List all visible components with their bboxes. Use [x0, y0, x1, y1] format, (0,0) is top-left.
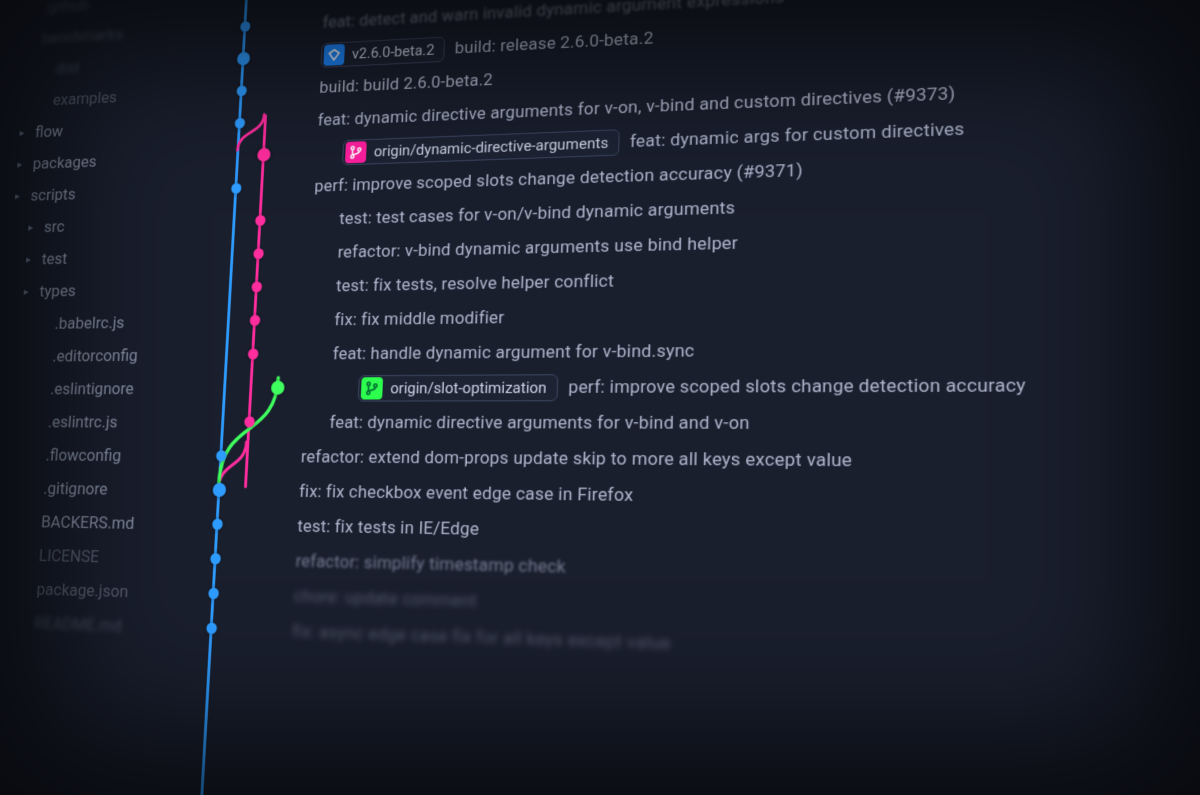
- commit-message: refactor: extend dom-props update skip t…: [300, 449, 852, 470]
- commit-message: build: build 2.6.0-beta.2: [319, 72, 493, 97]
- commit-message: chore: update comment: [294, 588, 478, 611]
- caret-icon: [29, 8, 38, 9]
- tree-item-label: benchmarks: [41, 19, 124, 55]
- commit-row[interactable]: feat: dynamic directive arguments for v-…: [302, 404, 1200, 444]
- tree-item-label: src: [43, 211, 66, 244]
- commit-row[interactable]: origin/slot-optimization perf: improve sc…: [304, 364, 1200, 405]
- commit-message: refactor: v-bind dynamic arguments use b…: [337, 235, 738, 261]
- tree-item-label: .editorconfig: [52, 339, 139, 373]
- tree-item-label: .flowconfig: [45, 439, 122, 473]
- tree-item-label: dist: [54, 52, 81, 85]
- tree-item[interactable]: package.json: [0, 572, 190, 611]
- tree-item[interactable]: .eslintignore: [0, 372, 202, 406]
- tree-item-label: BACKERS.md: [40, 506, 135, 541]
- branch-tag[interactable]: origin/slot-optimization: [358, 374, 559, 401]
- tree-item-label: README.md: [33, 607, 123, 644]
- caret-icon: ▸: [14, 186, 24, 207]
- commit-message: feat: dynamic args for custom directives: [630, 121, 965, 151]
- commit-dot[interactable]: [240, 21, 251, 32]
- tree-item-label: types: [38, 275, 76, 308]
- tree-item[interactable]: LICENSE: [0, 538, 192, 576]
- commit-message: test: fix tests, resolve helper conflict: [336, 273, 614, 295]
- branch-tag[interactable]: origin/dynamic-directive-arguments: [342, 129, 620, 165]
- commit-message: feat: handle dynamic argument for v-bind…: [332, 342, 694, 363]
- tree-item[interactable]: .babelrc.js: [5, 305, 206, 340]
- commit-dot[interactable]: [208, 588, 219, 600]
- tree-item-label: .eslintignore: [49, 373, 135, 406]
- merge-commit-dot[interactable]: [212, 483, 226, 497]
- commit-dot[interactable]: [255, 215, 266, 226]
- tree-item[interactable]: ▸ test: [9, 239, 209, 276]
- caret-icon: ▸: [28, 217, 38, 238]
- tree-item[interactable]: .gitignore: [0, 472, 196, 508]
- branch-icon: [361, 377, 383, 399]
- tag-label: origin/dynamic-directive-arguments: [374, 135, 609, 159]
- caret-icon: ▸: [25, 249, 35, 270]
- commit-dot[interactable]: [230, 183, 241, 194]
- commit-dot[interactable]: [206, 622, 217, 634]
- commit-message: fix: async edge case fix for all keys ex…: [292, 623, 671, 653]
- commit-message: feat: dynamic directive arguments for v-…: [329, 414, 750, 432]
- tag-label: origin/slot-optimization: [390, 380, 547, 396]
- commit-message: build: release 2.6.0-beta.2: [454, 30, 653, 57]
- commit-dot[interactable]: [257, 148, 271, 162]
- tag-label: v2.6.0-beta.2: [352, 42, 435, 61]
- commit-dot[interactable]: [251, 281, 262, 292]
- commit-message: test: test cases for v-on/v-bind dynamic…: [339, 199, 735, 227]
- tree-item[interactable]: ▸src: [12, 206, 212, 244]
- tree-item-label: package.json: [35, 573, 129, 610]
- commit-dot[interactable]: [249, 315, 260, 326]
- commit-dot[interactable]: [236, 52, 250, 66]
- tree-item-label: examples: [52, 82, 118, 117]
- tree-item[interactable]: BACKERS.md: [0, 505, 194, 542]
- tree-item[interactable]: ▸types: [7, 272, 208, 308]
- tree-item[interactable]: .flowconfig: [0, 439, 198, 474]
- commit-dot[interactable]: [253, 248, 264, 259]
- tree-item-label: .github: [43, 0, 90, 23]
- commit-dot[interactable]: [247, 349, 258, 360]
- tree-item-label: packages: [32, 146, 98, 180]
- tree-item-label: scripts: [30, 179, 77, 212]
- caret-icon: ▸: [23, 282, 33, 303]
- tree-item[interactable]: .eslintrc.js: [0, 406, 200, 440]
- commit-dot[interactable]: [212, 519, 223, 530]
- branch-icon: [345, 141, 367, 163]
- caret-icon: ▸: [17, 154, 27, 175]
- release-tag[interactable]: v2.6.0-beta.2: [320, 37, 445, 68]
- commit-dot[interactable]: [236, 85, 247, 96]
- commit-message: perf: improve scoped slots change detect…: [568, 377, 1026, 397]
- tree-item-label: .eslintrc.js: [47, 406, 119, 439]
- commit-message: fix: fix checkbox event edge case in Fir…: [299, 483, 634, 505]
- caret-icon: ▸: [19, 123, 29, 144]
- commit-dot[interactable]: [210, 553, 221, 564]
- commit-history: build: build 2.6.0-beta.2build: fix feat…: [169, 0, 1200, 795]
- tree-item-label: test: [41, 243, 69, 276]
- tree-item-label: LICENSE: [38, 539, 100, 574]
- commit-message: fix: fix middle modifier: [334, 309, 505, 328]
- commit-message: refactor: simplify timestamp check: [295, 553, 566, 577]
- tree-item-label: flow: [34, 116, 64, 149]
- tree-item-label: .babelrc.js: [54, 307, 126, 341]
- tree-item-label: .gitignore: [42, 472, 108, 506]
- commit-message: test: fix tests in IE/Edge: [297, 518, 480, 539]
- tree-item[interactable]: README.md: [0, 605, 188, 646]
- tree-item[interactable]: .editorconfig: [2, 339, 203, 374]
